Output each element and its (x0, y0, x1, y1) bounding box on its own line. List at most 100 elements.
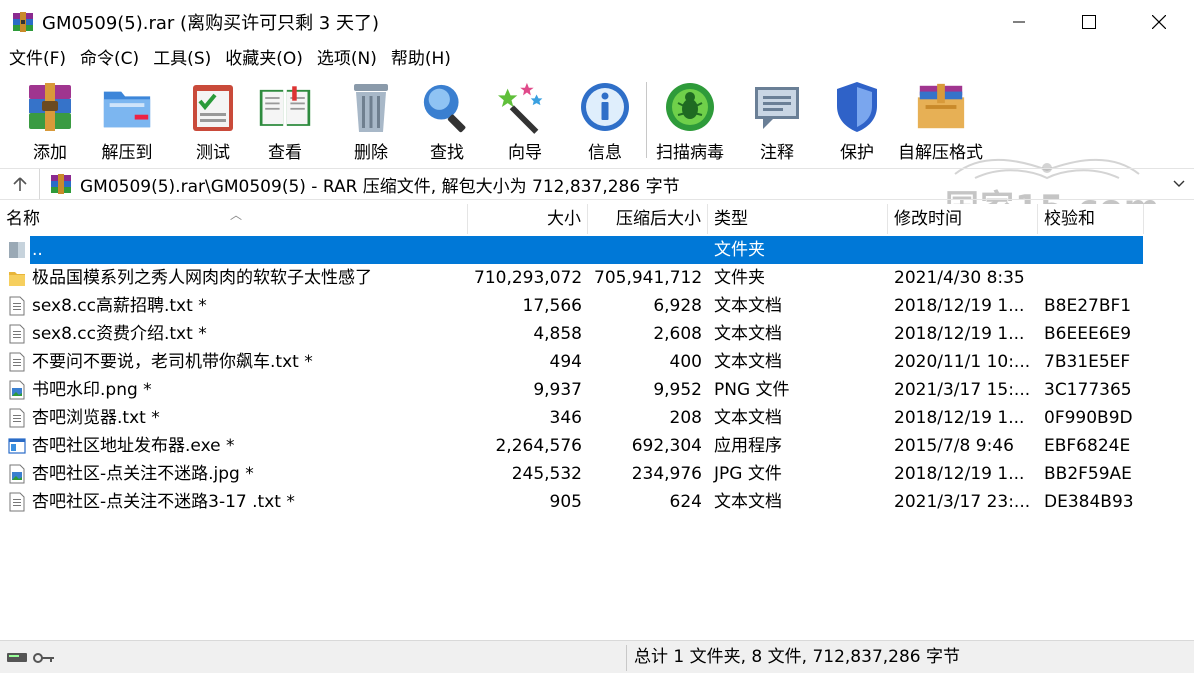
column-header-crc[interactable]: 校验和 (1038, 204, 1144, 234)
info-icon (578, 80, 632, 134)
minimize-button[interactable] (984, 0, 1054, 44)
column-header-modified[interactable]: 修改时间 (888, 204, 1038, 234)
view-button[interactable]: 查看 (258, 80, 312, 164)
find-label: 查找 (430, 143, 464, 163)
extract-to-label: 解压到 (101, 143, 153, 163)
file-row[interactable]: 杏吧社区-点关注不迷路3-17 .txt * 905 624 文本文档 2021/3/1… (0, 488, 1194, 516)
close-button[interactable] (1124, 0, 1194, 44)
file-crc (1038, 236, 1144, 264)
file-row[interactable]: 书吧水印.png * 9,937 9,952 PNG 文件 2021/3/17 15:.… (0, 376, 1194, 404)
menu-help[interactable]: 帮助(H) (384, 44, 458, 74)
title-bar: GM0509(5).rar (离购买许可只剩 3 天了) (0, 0, 1194, 44)
file-size: 494 (549, 352, 582, 372)
add-button[interactable]: 添加 (23, 80, 77, 164)
extract-to-button[interactable]: 解压到 (100, 80, 154, 164)
file-size (468, 236, 588, 264)
file-packed-size: 2,608 (653, 324, 702, 344)
menu-options[interactable]: 选项(N) (310, 44, 384, 74)
wizard-icon (498, 80, 552, 134)
test-button[interactable]: 测试 (186, 80, 240, 164)
file-crc: EBF6824E (1044, 436, 1131, 456)
extract-to-icon (100, 80, 154, 134)
menu-tools[interactable]: 工具(S) (146, 44, 218, 74)
file-crc: 3C177365 (1044, 380, 1132, 400)
file-type: 应用程序 (714, 436, 782, 456)
text-file-icon (8, 352, 26, 372)
file-row[interactable]: 杏吧社区-点关注不迷路.jpg * 245,532 234,976 JPG 文件 201… (0, 460, 1194, 488)
protect-button[interactable]: 保护 (830, 80, 884, 164)
address-field[interactable]: GM0509(5).rar\GM0509(5) - RAR 压缩文件, 解包大小… (40, 169, 1194, 199)
file-row[interactable]: 极品国模系列之秀人网肉肉的软软子太性感了 710,293,072 705,941,7… (0, 264, 1194, 292)
find-icon (420, 80, 474, 134)
file-size: 346 (549, 408, 582, 428)
delete-label: 删除 (354, 143, 388, 163)
file-modified: 2018/12/19 1... (894, 464, 1025, 484)
file-type: 文本文档 (714, 408, 782, 428)
file-name: 杏吧社区-点关注不迷路3-17 .txt * (32, 492, 295, 512)
menu-bar: 文件(F) 命令(C) 工具(S) 收藏夹(O) 选项(N) 帮助(H) (0, 44, 1194, 74)
comment-button[interactable]: 注释 (750, 80, 804, 164)
file-size: 2,264,576 (495, 436, 582, 456)
file-modified: 2018/12/19 1... (894, 408, 1025, 428)
text-file-icon (8, 324, 26, 344)
file-type: 文本文档 (714, 324, 782, 344)
folder-up-icon (8, 240, 26, 260)
menu-commands[interactable]: 命令(C) (73, 44, 146, 74)
file-name-cell: 极品国模系列之秀人网肉肉的软软子太性感了 (0, 264, 468, 292)
menu-file[interactable]: 文件(F) (2, 44, 73, 74)
archive-icon (50, 174, 72, 194)
column-packed-label: 压缩后大小 (616, 209, 701, 229)
drive-key-icon (6, 648, 56, 668)
view-label: 查看 (268, 143, 302, 163)
sfx-button[interactable]: 自解压格式 (898, 80, 983, 164)
file-modified: 2020/11/1 10:... (894, 352, 1031, 372)
maximize-button[interactable] (1054, 0, 1124, 44)
file-row[interactable]: sex8.cc资费介绍.txt * 4,858 2,608 文本文档 2018/12/1… (0, 320, 1194, 348)
text-file-icon (8, 408, 26, 428)
file-crc (1038, 264, 1144, 292)
file-list[interactable]: 名称 ︿ 大小 压缩后大小 类型 修改时间 校验和 .. 文件夹 极品国模系列之秀人… (0, 204, 1194, 640)
file-row[interactable]: 杏吧社区地址发布器.exe * 2,264,576 692,304 应用程序 2015/… (0, 432, 1194, 460)
file-row[interactable]: 不要问不要说，老司机带你飙车.txt * 494 400 文本文档 2020/11/1 … (0, 348, 1194, 376)
file-crc: B8E27BF1 (1044, 296, 1132, 316)
column-header-size[interactable]: 大小 (468, 204, 588, 234)
file-row[interactable]: 杏吧浏览器.txt * 346 208 文本文档 2018/12/19 1... 0F99… (0, 404, 1194, 432)
wizard-button[interactable]: 向导 (498, 80, 552, 164)
file-size: 710,293,072 (474, 268, 583, 288)
up-folder-button[interactable] (0, 169, 40, 199)
file-type: 文本文档 (714, 492, 782, 512)
file-type: JPG 文件 (714, 464, 782, 484)
file-packed-size (588, 236, 708, 264)
file-row[interactable]: sex8.cc高薪招聘.txt * 17,566 6,928 文本文档 2018/12/… (0, 292, 1194, 320)
delete-button[interactable]: 删除 (344, 80, 398, 164)
virus-scan-button[interactable]: 扫描病毒 (656, 80, 724, 164)
column-header-packed[interactable]: 压缩后大小 (588, 204, 708, 234)
file-packed-size: 400 (669, 352, 702, 372)
file-size: 4,858 (533, 324, 582, 344)
file-name: 不要问不要说，老司机带你飙车.txt * (32, 352, 313, 372)
column-type-label: 类型 (714, 209, 748, 229)
column-header-name[interactable]: 名称 ︿ (0, 204, 468, 234)
image-file-icon (8, 464, 26, 484)
sfx-icon (914, 80, 968, 134)
address-dropdown-button[interactable] (1172, 175, 1186, 195)
address-bar: GM0509(5).rar\GM0509(5) - RAR 压缩文件, 解包大小… (0, 168, 1194, 200)
file-packed-size: 705,941,712 (594, 268, 703, 288)
info-button[interactable]: 信息 (578, 80, 632, 164)
sort-ascending-icon: ︿ (230, 208, 243, 222)
file-row[interactable]: .. 文件夹 (0, 236, 1194, 264)
menu-favorites[interactable]: 收藏夹(O) (218, 44, 310, 74)
column-header-type[interactable]: 类型 (708, 204, 888, 234)
protect-icon (830, 80, 884, 134)
file-crc: 7B31E5EF (1044, 352, 1131, 372)
file-packed-size: 6,928 (653, 296, 702, 316)
exe-file-icon (8, 436, 26, 456)
file-packed-size: 9,952 (653, 380, 702, 400)
find-button[interactable]: 查找 (420, 80, 474, 164)
file-name-cell: 杏吧社区-点关注不迷路3-17 .txt * (0, 488, 468, 516)
column-size-label: 大小 (547, 209, 581, 229)
file-packed-size: 692,304 (631, 436, 702, 456)
delete-icon (344, 80, 398, 134)
status-divider (626, 645, 627, 671)
column-modified-label: 修改时间 (894, 209, 962, 229)
